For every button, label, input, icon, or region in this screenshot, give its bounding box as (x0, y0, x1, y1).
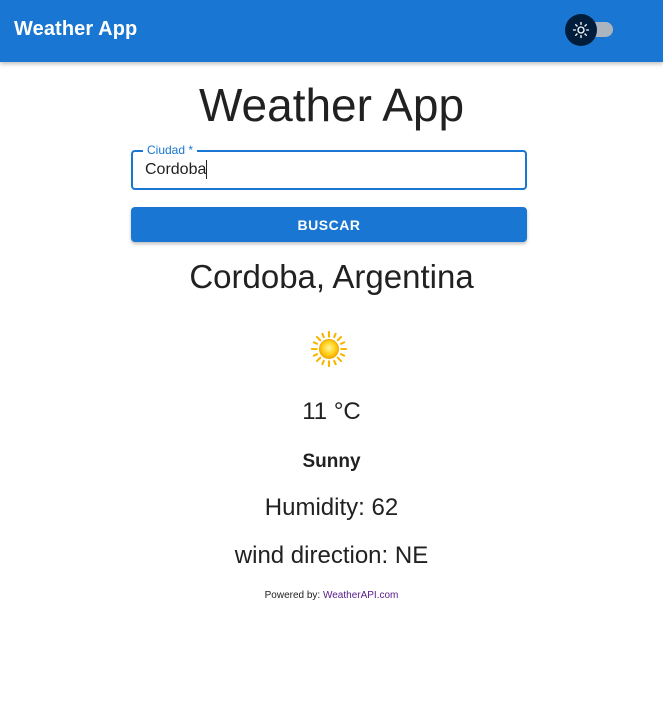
weatherapi-link[interactable]: WeatherAPI.com (323, 590, 398, 601)
powered-by-label: Powered by: (264, 590, 321, 601)
powered-by: Powered by: WeatherAPI.com (0, 590, 663, 601)
app-bar-title: Weather App (14, 18, 138, 40)
sun-icon (310, 330, 348, 368)
city-input[interactable] (145, 160, 505, 180)
search-button[interactable]: BUSCAR (131, 207, 527, 242)
text-caret (206, 160, 207, 179)
app-bar: Weather App (0, 0, 663, 62)
temperature: 11 °C (302, 398, 361, 425)
sun-icon (572, 21, 590, 39)
weather-condition: Sunny (302, 451, 361, 472)
city-field-label: Ciudad * (143, 143, 198, 157)
wind-direction: wind direction: NE (234, 542, 429, 569)
city-field[interactable]: Ciudad * (131, 143, 527, 190)
theme-toggle-switch[interactable] (565, 14, 615, 46)
humidity: Humidity: 62 (264, 494, 399, 521)
location-name: Cordoba, Argentina (189, 258, 474, 295)
switch-thumb[interactable] (565, 14, 597, 46)
page-title: Weather App (198, 79, 465, 131)
